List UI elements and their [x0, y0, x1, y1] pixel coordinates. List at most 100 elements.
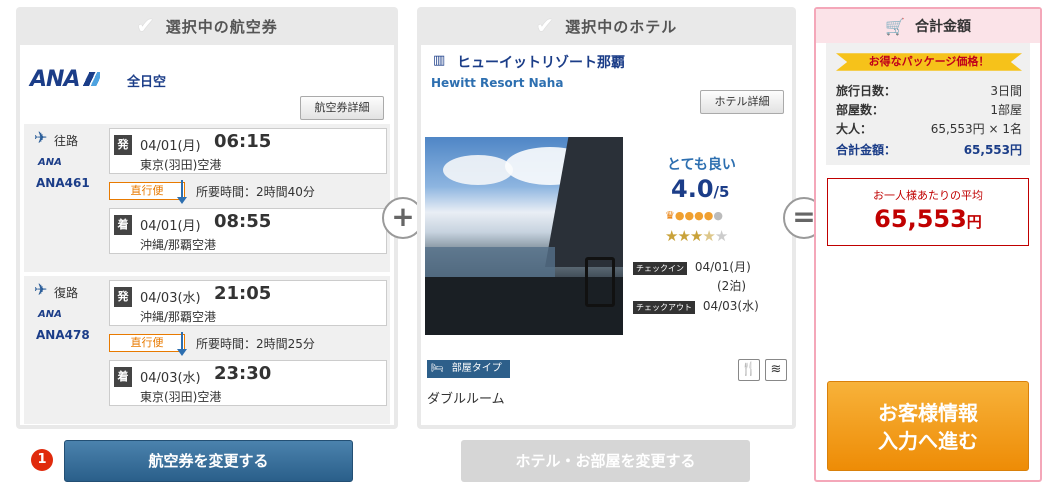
airline-name: 全日空	[127, 75, 167, 90]
departure-date: 04/01(月)	[140, 139, 201, 154]
change-hotel-button[interactable]: ホテル・お部屋を変更する	[461, 440, 750, 482]
summary-row-label: 旅行日数：	[836, 84, 897, 98]
star-half-icon: ★	[702, 227, 715, 245]
ana-small-logo: ANA	[38, 157, 62, 168]
departure-date: 04/03(水)	[140, 291, 201, 306]
proceed-button[interactable]: お客様情報 入力へ進む	[827, 381, 1029, 471]
room-type-badge: 🛏 部屋タイプ	[427, 360, 510, 378]
flight-panel-body: ANA 全日空 航空券詳細 ✈ 往路 ANA ANA461 発 04/01(月)…	[20, 45, 394, 425]
proceed-line-1: お客様情報	[878, 401, 978, 425]
hotel-panel: ✔ 選択中のホテル ▥ ヒューイットリゾート那覇 Hewitt Resort N…	[417, 7, 796, 429]
direct-flight-badge: 直行便	[109, 334, 185, 352]
crown-icon: ♛	[665, 209, 675, 222]
rating-label: とても良い	[667, 157, 736, 173]
departure-time: 06:15	[214, 131, 272, 152]
ana-small-logo: ANA	[38, 309, 62, 320]
rating-dots: ♛●●●●●	[665, 209, 723, 222]
summary-row: 大人： 65,553円 × 1名	[836, 120, 1022, 137]
proceed-line-2: 入力へ進む	[878, 429, 978, 453]
flight-panel: ✔ 選択中の航空券 ANA 全日空 航空券詳細 ✈ 往路 ANA ANA461 …	[16, 7, 398, 429]
outbound-departure: 発 04/01(月) 06:15 東京(羽田)空港	[109, 128, 387, 174]
plane-icon: ✈	[34, 280, 48, 299]
rating-dot-filled: ●	[703, 209, 714, 222]
flight-panel-title: 選択中の航空券	[165, 17, 278, 36]
bed-icon: 🛏	[431, 363, 444, 374]
outbound-direction: 往路	[54, 134, 79, 148]
return-segment: ✈ 復路 ANA ANA478 発 04/03(水) 21:05 沖縄/那覇空港…	[24, 276, 390, 424]
star-filled-icon: ★	[677, 227, 690, 245]
arrival-date: 04/03(水)	[140, 371, 201, 386]
flight-panel-header: ✔ 選択中の航空券	[16, 7, 398, 45]
arrival-tag: 着	[114, 367, 132, 387]
hotel-name-english[interactable]: Hewitt Resort Naha	[431, 76, 563, 90]
ana-logo: ANA	[30, 67, 101, 92]
summary-row-value: 3日間	[990, 84, 1022, 98]
checkin-row: チェックイン 04/01(月)	[633, 258, 751, 275]
rating-score: 4.0/5	[671, 175, 729, 203]
total-row: 合計金額： 65,553円	[836, 141, 1022, 158]
arrival-time: 23:30	[214, 363, 272, 384]
summary-row: 旅行日数： 3日間	[836, 82, 1022, 99]
total-value: 65,553円	[963, 143, 1022, 157]
departure-airport: 沖縄/那覇空港	[140, 310, 217, 324]
flight-duration: 所要時間：2時間40分	[196, 185, 315, 199]
hotel-class-stars: ★★★★★	[665, 227, 728, 245]
check-icon: ✔	[136, 13, 156, 39]
average-price: 65,553円	[828, 205, 1028, 233]
down-arrow-icon	[177, 180, 187, 204]
average-label: お一人様あたりの平均	[873, 189, 983, 202]
total-panel: 🛒 合計金額 お得なパッケージ価格！ 旅行日数： 3日間部屋数： 1部屋大人： 65,…	[814, 7, 1042, 482]
hotel-details-button[interactable]: ホテル詳細	[700, 90, 784, 114]
outbound-flight-number: ANA461	[36, 176, 90, 190]
checkout-badge: チェックアウト	[633, 301, 695, 314]
rating-dot-empty: ●	[713, 209, 723, 222]
plane-icon: ✈	[34, 128, 48, 147]
arrival-time: 08:55	[214, 211, 272, 232]
checkout-row: チェックアウト 04/03(水)	[633, 297, 759, 314]
check-icon: ✔	[535, 13, 556, 39]
checkout-date: 04/03(水)	[702, 299, 759, 313]
wifi-icon: ≋	[765, 359, 787, 381]
rating-max: /5	[713, 183, 730, 201]
rating-dot-filled: ●	[694, 209, 704, 222]
total-label: 合計金額：	[836, 143, 897, 157]
average-amount: 65,553	[874, 205, 967, 233]
checkin-badge: チェックイン	[633, 262, 687, 275]
departure-airport: 東京(羽田)空港	[140, 158, 222, 172]
hotel-name[interactable]: ヒューイットリゾート那覇	[457, 52, 625, 72]
checkin-date: 04/01(月)	[694, 260, 751, 274]
outbound-segment: ✈ 往路 ANA ANA461 発 04/01(月) 06:15 東京(羽田)空…	[24, 124, 390, 272]
direct-flight-badge: 直行便	[109, 182, 185, 200]
rating-dot-row: ●●●●●	[675, 209, 723, 222]
return-arrival: 着 04/03(水) 23:30 東京(羽田)空港	[109, 360, 387, 406]
hotel-panel-body: ▥ ヒューイットリゾート那覇 Hewitt Resort Naha ホテル詳細 …	[421, 45, 792, 425]
summary-row-value: 1部屋	[990, 103, 1022, 117]
average-unit: 円	[966, 213, 982, 231]
down-arrow-icon	[177, 332, 187, 356]
hotel-panel-header: ✔ 選択中のホテル	[417, 7, 796, 45]
departure-tag: 発	[114, 135, 132, 155]
rating-dot-filled: ●	[684, 209, 695, 222]
star-filled-icon: ★	[689, 227, 703, 245]
hotel-panel-title: 選択中のホテル	[565, 17, 678, 36]
change-flight-button[interactable]: 航空券を変更する	[64, 440, 353, 482]
room-type: ダブルルーム	[427, 392, 505, 407]
cart-icon: 🛒	[885, 16, 905, 36]
hotel-photo[interactable]	[425, 137, 623, 335]
return-direction: 復路	[54, 286, 79, 300]
summary-row-value: 65,553円 × 1名	[930, 122, 1022, 136]
flight-details-button[interactable]: 航空券詳細	[300, 96, 384, 120]
departure-time: 21:05	[214, 283, 272, 304]
rating-value: 4.0	[671, 175, 714, 203]
deal-ribbon: お得なパッケージ価格！	[836, 53, 1022, 71]
total-header: 🛒 合計金額	[816, 9, 1040, 43]
nights: (2泊)	[717, 279, 746, 293]
summary-row-label: 部屋数：	[836, 103, 885, 117]
arrival-date: 04/01(月)	[140, 219, 201, 234]
star-filled-icon: ★	[665, 227, 678, 245]
step-number-badge: 1	[31, 449, 53, 471]
arrival-airport: 東京(羽田)空港	[140, 390, 222, 404]
total-header-title: 合計金額	[914, 19, 971, 35]
star-empty-icon: ★	[714, 227, 728, 245]
summary-row-label: 大人：	[836, 122, 873, 136]
